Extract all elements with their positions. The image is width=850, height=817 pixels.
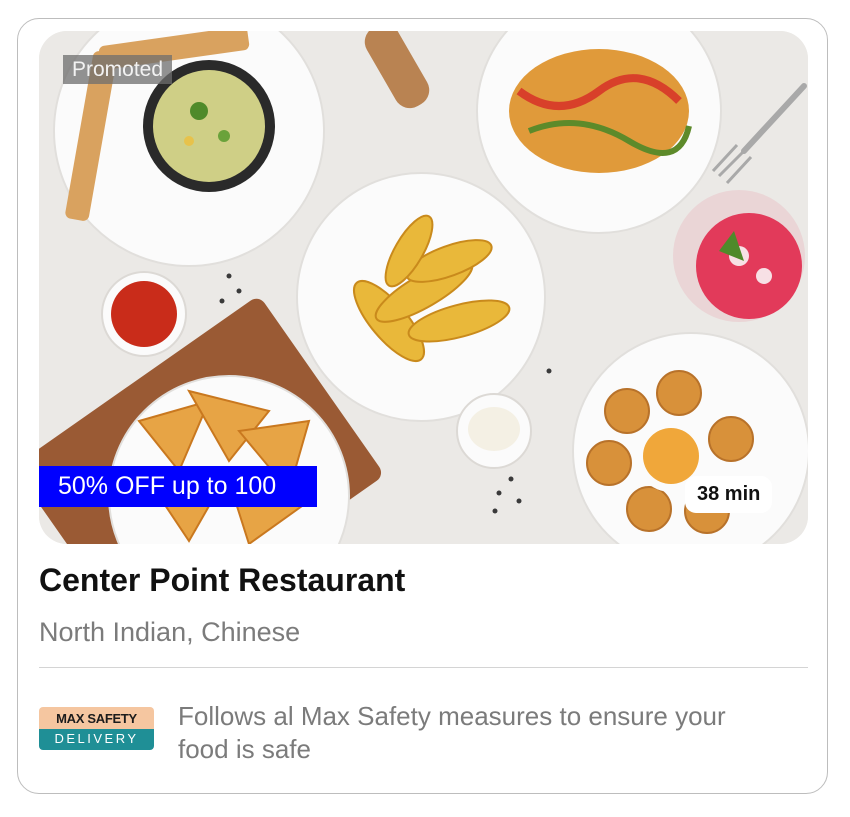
badge-top-label: MAX SAFETY <box>39 707 154 729</box>
promoted-label: Promoted <box>63 55 173 84</box>
divider <box>39 667 808 668</box>
restaurant-cuisine: North Indian, Chinese <box>39 617 301 647</box>
offer-badge: 50% OFF up to 100 <box>39 466 317 507</box>
restaurant-name[interactable]: Center Point Restaurant <box>39 562 405 599</box>
badge-bottom-label: DELIVERY <box>39 729 154 750</box>
safety-message: Follows al Max Safety measures to ensure… <box>178 701 726 764</box>
delivery-time-badge: 38 min <box>685 476 773 513</box>
restaurant-food-image[interactable]: Promoted 50% OFF up to 100 38 min <box>39 31 808 544</box>
max-safety-delivery-badge: MAX SAFETY DELIVERY <box>39 707 154 750</box>
